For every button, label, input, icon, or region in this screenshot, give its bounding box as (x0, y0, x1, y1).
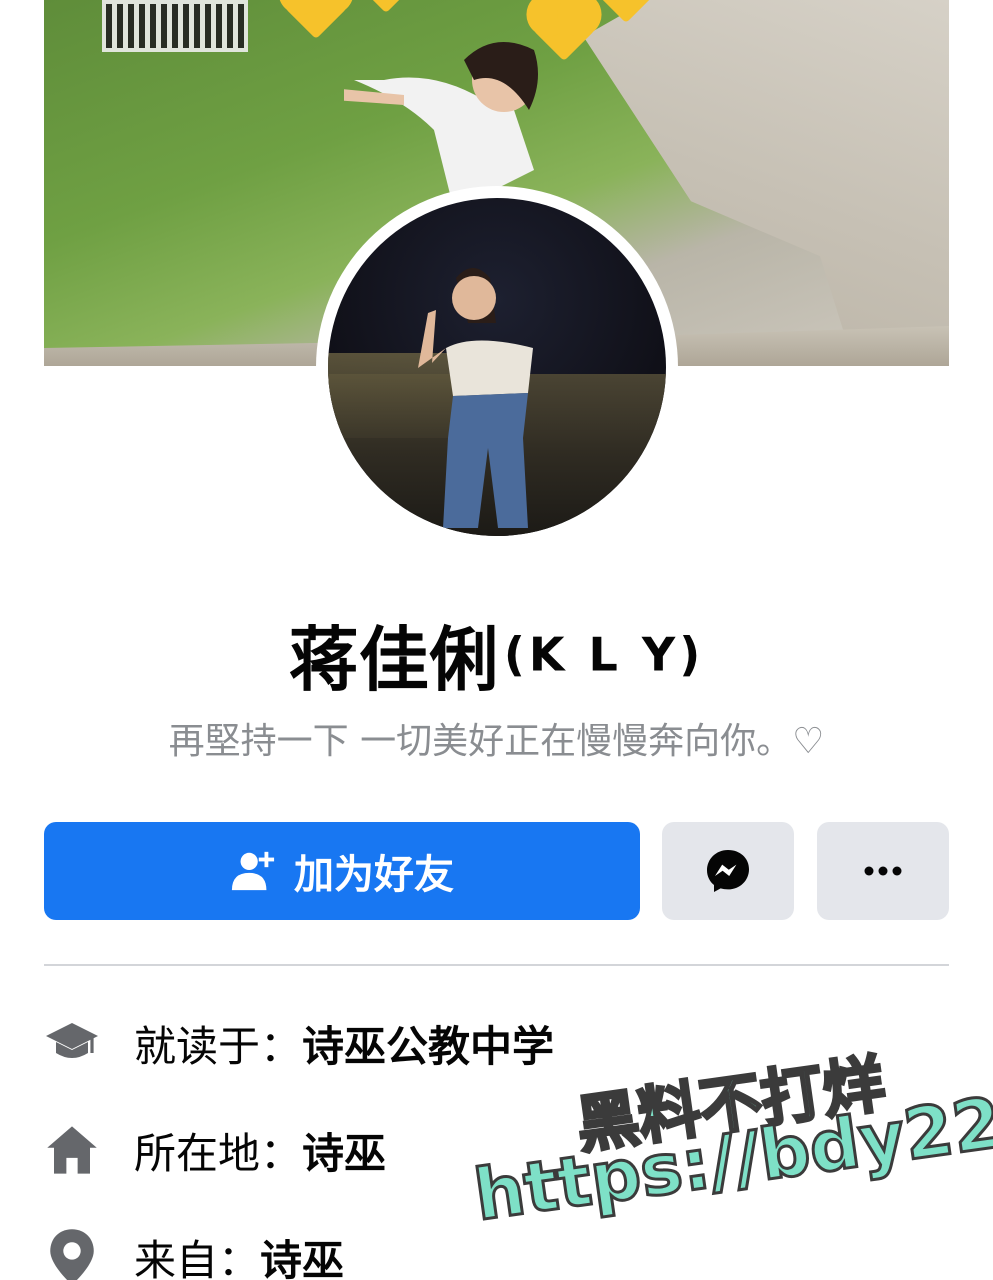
messenger-button[interactable] (662, 822, 794, 920)
profile-bio: 再堅持一下 一切美好正在慢慢奔向你。♡ (168, 721, 825, 762)
profile-name: 蒋佳俐 (K L Y) (0, 604, 993, 705)
info-value[interactable]: 诗巫公教中学 (302, 1013, 554, 1074)
section-divider (44, 964, 949, 966)
add-friend-button[interactable]: 加为好友 (44, 822, 640, 920)
info-row-current-city: 所在地： 诗巫 (44, 1115, 386, 1185)
info-label: 来自： (134, 1235, 261, 1280)
profile-page: 蒋佳俐 (K L Y) 再堅持一下 一切美好正在慢慢奔向你。♡ 加为好友 就读于… (0, 0, 993, 1280)
profile-name-main: 蒋佳俐 (288, 619, 499, 701)
avatar-person-figure (418, 268, 533, 528)
info-label: 就读于： (134, 1021, 303, 1071)
graduation-cap-icon (44, 1015, 100, 1071)
profile-avatar[interactable] (328, 198, 666, 536)
home-icon (44, 1122, 100, 1178)
info-label: 所在地： (134, 1128, 303, 1178)
info-row-hometown: 来自： 诗巫 (44, 1222, 344, 1280)
add-friend-label: 加为好友 (294, 852, 454, 898)
location-pin-icon (44, 1229, 100, 1280)
info-value[interactable]: 诗巫 (302, 1120, 386, 1181)
messenger-icon (707, 850, 749, 892)
more-button[interactable] (817, 822, 949, 920)
heart-sticker-icon (284, 0, 348, 40)
add-person-icon (231, 851, 275, 891)
qr-code-image (102, 0, 248, 52)
more-icon (864, 866, 902, 876)
info-row-education: 就读于： 诗巫公教中学 (44, 1008, 554, 1078)
info-value[interactable]: 诗巫 (260, 1227, 344, 1280)
profile-name-suffix: (K L Y) (503, 627, 705, 682)
heart-sticker-icon (354, 0, 418, 14)
